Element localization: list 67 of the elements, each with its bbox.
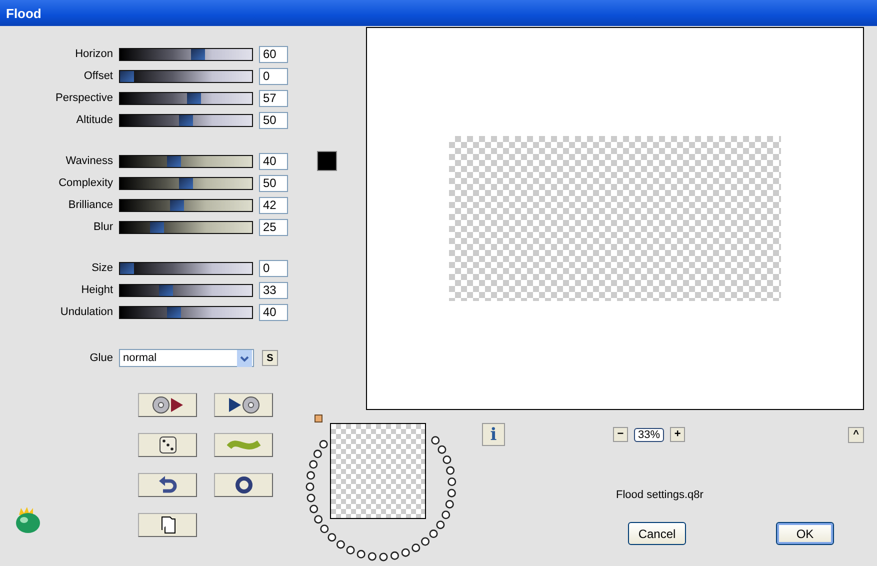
slider-label: Altitude <box>75 114 113 126</box>
slider-track[interactable] <box>119 284 253 296</box>
slider-track[interactable] <box>119 114 253 126</box>
disc-triangle-icon <box>150 395 184 415</box>
pages-button[interactable] <box>138 513 197 537</box>
value-field[interactable]: 40 <box>259 304 288 320</box>
egg-flame-icon <box>13 505 43 535</box>
disc-triangle-button[interactable] <box>138 393 197 417</box>
value-field[interactable]: 0 <box>259 260 288 276</box>
slider-thumb[interactable] <box>190 48 205 60</box>
slider-thumb[interactable] <box>120 70 134 82</box>
slider-thumb[interactable] <box>120 262 134 274</box>
value-field[interactable]: 60 <box>259 46 288 62</box>
slider-label: Brilliance <box>67 199 113 211</box>
value-field[interactable]: 57 <box>259 90 288 106</box>
wave-button[interactable] <box>214 433 273 457</box>
zoom-out-button[interactable]: − <box>613 427 628 442</box>
slider-thumb[interactable] <box>167 156 182 166</box>
die-button[interactable] <box>138 433 197 457</box>
slider-thumb[interactable] <box>170 200 184 210</box>
slider-label: Horizon <box>74 48 113 60</box>
slider-thumb[interactable] <box>167 306 182 318</box>
slider-track[interactable] <box>119 262 253 274</box>
collapse-button[interactable]: ^ <box>848 426 864 442</box>
slider-track[interactable] <box>119 176 253 190</box>
slider-label: Undulation <box>59 306 113 318</box>
slider-thumb[interactable] <box>158 284 173 296</box>
undo-button[interactable] <box>138 473 197 497</box>
slider-label: Perspective <box>54 92 113 104</box>
slider-thumb[interactable] <box>187 92 202 104</box>
value-field[interactable]: 0 <box>259 68 288 84</box>
value-field[interactable]: 50 <box>259 112 288 128</box>
cancel-button[interactable]: Cancel <box>628 522 686 545</box>
slider-label: Size <box>90 262 113 274</box>
value-field[interactable]: 25 <box>259 218 288 236</box>
slider-track[interactable] <box>119 306 253 318</box>
triangle-disc-icon <box>226 395 260 415</box>
slider-track[interactable] <box>119 220 253 234</box>
triangle-disc-button[interactable] <box>214 393 273 417</box>
slider-thumb[interactable] <box>179 114 193 126</box>
slider-track[interactable] <box>119 70 253 82</box>
slider-thumb[interactable] <box>150 222 164 232</box>
slider-label: Complexity <box>58 177 113 189</box>
slider-thumb[interactable] <box>179 178 193 188</box>
slider-label: Offset <box>82 70 113 82</box>
glue-label: Glue <box>88 352 113 364</box>
color-swatch[interactable] <box>317 151 337 171</box>
s-button[interactable]: S <box>262 350 278 366</box>
value-field[interactable]: 33 <box>259 282 288 298</box>
slider-track[interactable] <box>119 48 253 60</box>
slider-track[interactable] <box>119 198 253 212</box>
slider-label: Height <box>80 284 113 296</box>
slider-track[interactable] <box>119 154 253 168</box>
ring-button[interactable] <box>214 473 273 497</box>
value-field[interactable]: 42 <box>259 196 288 214</box>
value-field[interactable]: 50 <box>259 174 288 192</box>
slider-label: Waviness <box>64 155 113 167</box>
info-button[interactable]: i <box>482 423 505 446</box>
zoom-in-button[interactable]: + <box>670 427 686 442</box>
settings-filename: Flood settings.q8r <box>616 489 704 501</box>
ok-button[interactable]: OK <box>776 522 834 545</box>
zoom-field[interactable]: 33% <box>634 428 664 442</box>
slider-track[interactable] <box>119 92 253 104</box>
window-title: Flood <box>6 6 42 20</box>
slider-label: Blur <box>92 221 113 233</box>
value-field[interactable]: 40 <box>259 152 288 170</box>
glue-dropdown[interactable]: normal <box>119 349 254 367</box>
